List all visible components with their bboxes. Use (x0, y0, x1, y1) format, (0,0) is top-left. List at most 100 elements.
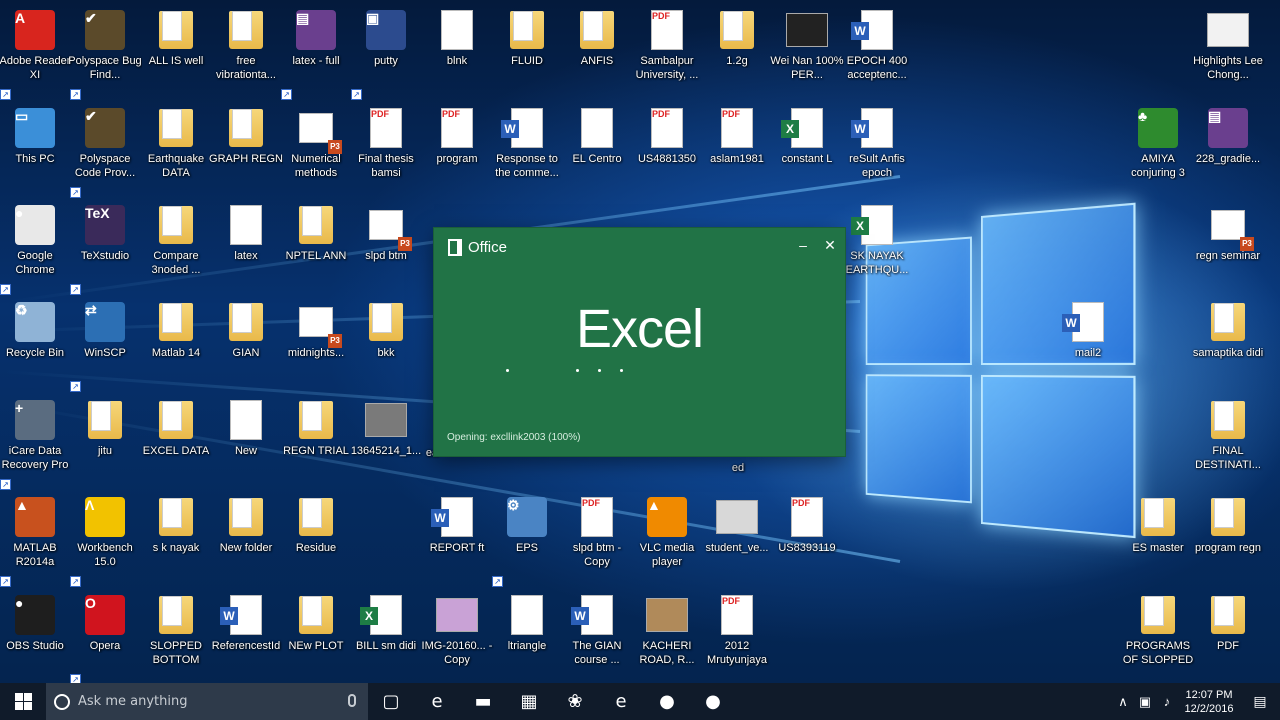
taskbar-app-button[interactable]: ▢ (368, 683, 414, 720)
taskbar-app-button[interactable]: e (598, 683, 644, 720)
desktop-icon[interactable]: P3 slpd btm (351, 199, 421, 295)
microphone-icon[interactable] (348, 694, 356, 707)
desktop-icon[interactable]: PDF (1193, 589, 1263, 683)
desktop-icon[interactable]: ▭ This PC (0, 102, 70, 198)
desktop-icon[interactable]: EL Centro (562, 102, 632, 198)
desktop-icon[interactable]: New folder (211, 491, 281, 587)
desktop-icon[interactable]: ALL IS well (141, 4, 211, 100)
desktop-icon-label: PROGRAMS OF SLOPPED (1122, 640, 1194, 666)
desktop-icon[interactable]: REGN TRIAL (281, 394, 351, 490)
desktop-icon[interactable]: ⚙ ↗ EPS (492, 491, 562, 587)
desktop-icon[interactable]: X BILL sm didi (351, 589, 421, 683)
desktop-icon[interactable]: jitu (70, 394, 140, 490)
desktop-icon[interactable]: SLOPPED BOTTOM (141, 589, 211, 683)
desktop-icon[interactable]: PROGRAMS OF SLOPPED (1123, 589, 1193, 683)
desktop-icon[interactable]: GRAPH REGN (209, 102, 283, 198)
desktop-icon[interactable]: IMG-20160... - Copy (422, 589, 492, 683)
desktop-icon[interactable]: ltriangle (492, 589, 562, 683)
desktop-icon[interactable]: PDF 2012 Mrutyunjaya (702, 589, 772, 683)
desktop-icon[interactable]: ANFIS (562, 4, 632, 100)
desktop-icon[interactable]: PDF program (422, 102, 492, 198)
desktop-icon-label: TeXstudio (80, 250, 130, 262)
desktop-icon[interactable]: 13645214_1... (351, 394, 421, 490)
taskbar-app-button[interactable]: ▦ (506, 683, 552, 720)
desktop-icon[interactable]: blnk (422, 4, 492, 100)
desktop-icon[interactable]: PDF US4881350 (632, 102, 702, 198)
desktop-icon[interactable]: Λ ↗ Workbench 15.0 (70, 491, 140, 587)
desktop-icon[interactable]: Compare 3noded ... (141, 199, 211, 295)
desktop-icon[interactable]: ✔ ↗ Polyspace Bug Find... (68, 4, 142, 100)
desktop-icon[interactable]: P3 midnights... (281, 296, 351, 392)
desktop-icon[interactable]: ✔ ↗ Polyspace Code Prov... (70, 102, 140, 198)
office-splash-window[interactable]: Office – ✕ Excel Opening: excllink2003 (… (434, 228, 845, 456)
desktop-icon[interactable]: ● ↗ Google Chrome (0, 199, 70, 295)
desktop-icon[interactable]: WreSult Anfis epoch (842, 102, 912, 198)
desktop-icon[interactable]: PDF aslam1981 (702, 102, 772, 198)
desktop-icon[interactable]: KACHERI ROAD, R... (632, 589, 702, 683)
desktop[interactable]: A ↗ Adobe Reader XI ✔ ↗ Polyspace Bug Find...… (0, 0, 1280, 683)
desktop-icon[interactable]: NPTEL ANN (281, 199, 351, 295)
taskbar-app-button[interactable]: ▬ (460, 683, 506, 720)
desktop-icon[interactable]: program regn (1193, 491, 1263, 587)
desktop-icon[interactable]: Highlights Lee Chong... (1193, 4, 1263, 100)
desktop-icon[interactable]: W The GIAN course ... (562, 589, 632, 683)
desktop-icon[interactable]: latex (211, 199, 281, 295)
desktop-icon[interactable]: PDF Final thesis bamsi (351, 102, 421, 198)
desktop-icon[interactable]: NEw PLOT (281, 589, 351, 683)
desktop-icon[interactable]: W REPORT ft (422, 491, 492, 587)
desktop-icon[interactable]: Earthquake DATA (141, 102, 211, 198)
desktop-icon[interactable]: ⇄ ↗ WinSCP (70, 296, 140, 392)
desktop-icon[interactable]: FINAL DESTINATI... (1193, 394, 1263, 490)
desktop-icon[interactable]: Residue (281, 491, 351, 587)
taskbar-app-button[interactable]: ❀ (552, 683, 598, 720)
desktop-icon[interactable]: 1.2g (702, 4, 772, 100)
taskbar-app-button[interactable]: ● (690, 683, 736, 720)
desktop-icon[interactable]: ♻ Recycle Bin (0, 296, 70, 392)
desktop-icon[interactable]: New (211, 394, 281, 490)
desktop-icon[interactable]: Wei Nan 100% PER... (770, 4, 844, 100)
desktop-icon[interactable]: P3 Numerical methods (281, 102, 351, 198)
desktop-icon[interactable]: ES master (1123, 491, 1193, 587)
desktop-icon[interactable]: ▲ VLC media player (632, 491, 702, 587)
desktop-icon[interactable]: O ↗ Opera (70, 589, 140, 683)
search-box[interactable]: Ask me anything (46, 683, 368, 720)
desktop-icon[interactable]: free vibrationta... (211, 4, 281, 100)
taskbar-app-button[interactable]: ● (644, 683, 690, 720)
desktop-icon[interactable]: samaptika didi (1193, 296, 1263, 392)
desktop-icon[interactable]: TeX ↗ TeXstudio (70, 199, 140, 295)
desktop-icon[interactable]: + ↗ iCare Data Recovery Pro (0, 394, 70, 490)
desktop-icon[interactable]: PDF slpd btm - Copy (562, 491, 632, 587)
desktop-icon[interactable]: PDF Sambalpur University, ... (632, 4, 702, 100)
desktop-icon[interactable]: Xconstant L (772, 102, 842, 198)
tray-button[interactable]: ▣ (1134, 683, 1156, 720)
desktop-icon[interactable]: W ReferencestId (211, 589, 281, 683)
desktop-icon[interactable]: bkk (351, 296, 421, 392)
desktop-icon[interactable]: Wmail2 (1053, 296, 1123, 392)
desktop-icon[interactable]: EXCEL DATA (141, 394, 211, 490)
desktop-icon[interactable]: W EPOCH 400 acceptenc... (842, 4, 912, 100)
desktop-icon[interactable]: A ↗ Adobe Reader XI (0, 4, 70, 100)
desktop-icon[interactable]: ▣ ↗ putty (351, 4, 421, 100)
desktop-icon[interactable]: GIAN (211, 296, 281, 392)
desktop-icon[interactable]: ▲ ↗ MATLAB R2014a (0, 491, 70, 587)
minimize-button[interactable]: – (792, 234, 814, 256)
taskbar-app-button[interactable]: e (414, 683, 460, 720)
desktop-icon[interactable]: FLUID (492, 4, 562, 100)
desktop-icon[interactable]: P3 regn seminar (1193, 199, 1263, 295)
desktop-icon[interactable]: ♣ AMIYA conjuring 3 (1123, 102, 1193, 198)
start-button[interactable] (0, 683, 46, 720)
close-button[interactable]: ✕ (819, 234, 841, 256)
desktop-icon[interactable]: ▤ 228_gradie... (1193, 102, 1263, 198)
desktop-icon[interactable]: s k nayak (141, 491, 211, 587)
desktop-icon[interactable]: ● OBS Studio (0, 589, 70, 683)
desktop-icon[interactable]: ▤ ↗ latex - full (281, 4, 351, 100)
clock[interactable]: 12:07 PM 12/2/2016 (1178, 688, 1240, 716)
desktop-icon[interactable]: student_ve... (702, 491, 772, 587)
desktop-icon[interactable]: Matlab 14 (141, 296, 211, 392)
desktop-icon[interactable]: PDF US8393119 (772, 491, 842, 587)
tray-button[interactable]: ♪ (1156, 683, 1178, 720)
desktop-icon[interactable]: X SK NAYAK EARTHQU... (842, 199, 912, 295)
tray-button[interactable]: ∧ (1112, 683, 1134, 720)
desktop-icon[interactable]: W Response to the comme... (492, 102, 562, 198)
action-center-button[interactable]: ▤ (1240, 683, 1280, 720)
